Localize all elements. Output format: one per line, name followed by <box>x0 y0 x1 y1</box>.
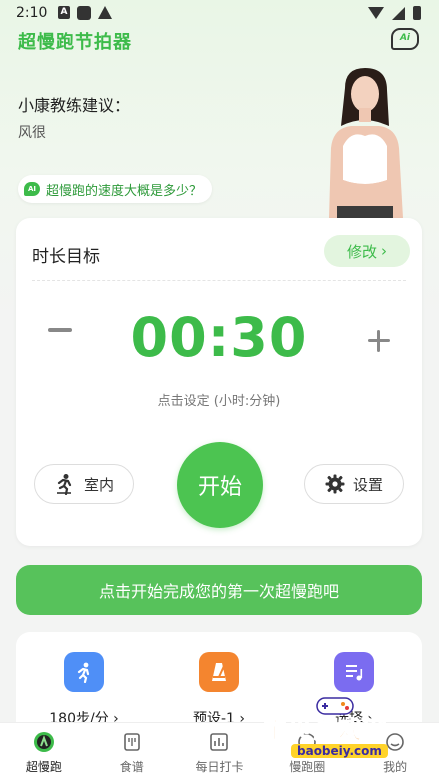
nav-label-super-slow-run: 超慢跑 <box>25 760 62 774</box>
settings-label: 设置 <box>352 475 383 494</box>
increase-button[interactable] <box>368 330 390 352</box>
ai-chat-icon: AI <box>24 182 40 196</box>
indoor-button[interactable]: 室内 <box>34 464 134 504</box>
first-run-banner-button[interactable]: 点击开始完成您的第一次超慢跑吧 <box>16 565 422 615</box>
cadence-feature[interactable]: 180步/分 › <box>24 652 144 728</box>
chevron-right-icon: › <box>381 242 387 260</box>
nav-label-recipes: 食谱 <box>119 760 144 774</box>
coach-title: 小康教练建议： <box>18 96 131 115</box>
nav-item-daily-checkin[interactable]: 每日打卡 <box>176 723 264 782</box>
watermark-url: baobeiy.com <box>291 744 388 758</box>
running-person-icon <box>64 652 104 692</box>
settings-button[interactable]: 设置 <box>304 464 404 504</box>
system-icons <box>368 6 421 20</box>
modify-button[interactable]: 修改 › <box>324 235 410 267</box>
run-logo-icon <box>33 731 55 753</box>
ai-question-chip[interactable]: AI 超慢跑的速度大概是多少？ <box>18 175 213 203</box>
coach-advice: 风很 <box>18 125 46 141</box>
preset-feature[interactable]: 预设-1 › <box>159 652 279 728</box>
recipe-icon <box>121 731 143 753</box>
app-title: 超慢跑节拍器 <box>18 32 132 53</box>
notification-app-icon <box>77 6 91 20</box>
chart-checkin-icon <box>208 731 230 753</box>
coach-avatar-image <box>329 68 403 218</box>
modify-label: 修改 <box>346 242 377 261</box>
watermark-text: 宝贝游戏网 <box>263 716 388 745</box>
notification-icons: A <box>58 6 112 20</box>
status-bar: 2:10 A <box>0 0 439 26</box>
nav-label-daily-checkin: 每日打卡 <box>195 760 244 774</box>
treadmill-runner-icon <box>56 474 72 495</box>
nav-item-super-slow-run[interactable]: 超慢跑 <box>0 723 88 782</box>
ai-assistant-icon[interactable]: Ai <box>391 28 419 50</box>
card-title: 时长目标 <box>32 247 100 267</box>
start-button[interactable]: 开始 <box>177 442 263 528</box>
wifi-icon <box>368 7 384 19</box>
indoor-label: 室内 <box>83 475 114 494</box>
status-time: 2:10 <box>16 5 48 21</box>
signal-icon <box>392 6 405 20</box>
time-display[interactable]: 00:30 <box>16 306 422 369</box>
ai-question-text: 超慢跑的速度大概是多少？ <box>46 183 203 199</box>
divider <box>32 280 406 281</box>
music-list-icon <box>334 652 374 692</box>
watermark-logo: 宝贝游戏网 baobeiy.com <box>263 694 413 770</box>
duration-goal-card: 时长目标 修改 › 00:30 点击设定 (小时:分钟) 室内 开始 设置 <box>16 218 422 546</box>
notification-a-icon: A <box>58 6 70 19</box>
battery-icon <box>413 6 421 20</box>
time-hint: 点击设定 (小时:分钟) <box>157 394 281 409</box>
nav-item-recipes[interactable]: 食谱 <box>88 723 176 782</box>
gear-icon <box>325 474 345 494</box>
metronome-icon <box>199 652 239 692</box>
warning-icon <box>98 6 112 19</box>
